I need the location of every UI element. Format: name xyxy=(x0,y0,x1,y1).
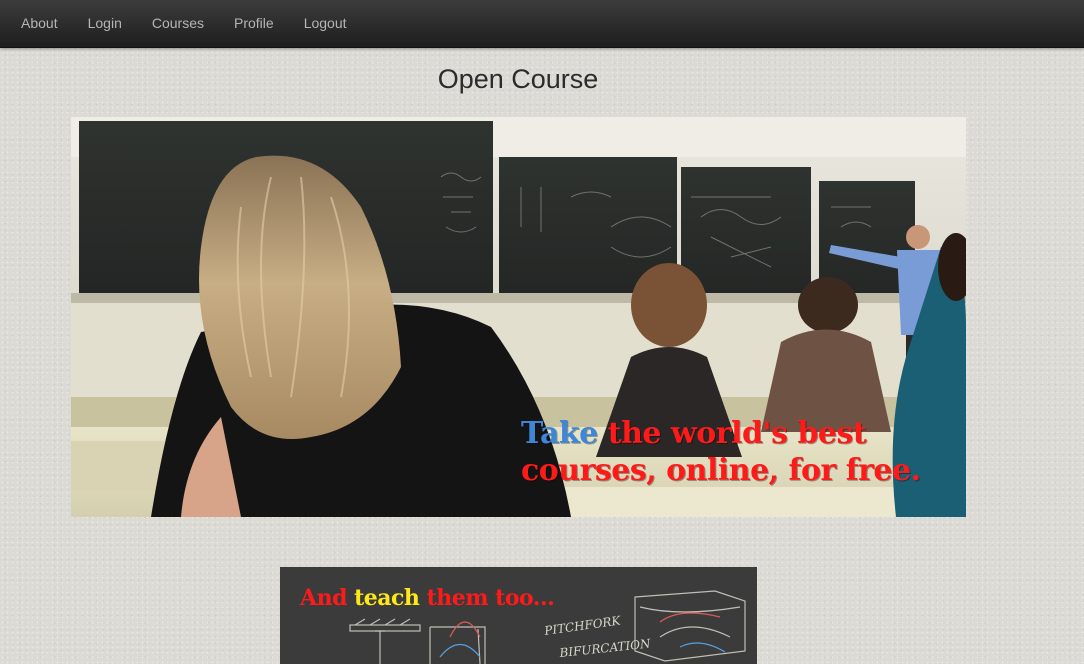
hero-tagline-accent: Take xyxy=(521,416,598,451)
promo-tagline: And teach them too... xyxy=(300,585,555,611)
hero-tagline-line-1: the world's best xyxy=(597,416,867,451)
teach-promo-image: PITCHFORK BIFURCATION And teach them too… xyxy=(280,567,757,664)
hero-tagline-line-2: courses, online, for free. xyxy=(521,453,921,488)
nav-list: About Login Courses Profile Logout xyxy=(0,0,1084,47)
hero-banner-image: Take the world's best courses, online, f… xyxy=(71,117,966,517)
chalkboard-drawing: PITCHFORK BIFURCATION xyxy=(280,567,757,664)
promo-tagline-part-2: them too... xyxy=(419,585,555,611)
page-title: Open Course xyxy=(437,64,599,94)
nav-profile-link[interactable]: Profile xyxy=(219,15,289,31)
nav-about-link[interactable]: About xyxy=(6,15,73,31)
nav-logout-link[interactable]: Logout xyxy=(289,15,362,31)
hero-tagline: Take the world's best courses, online, f… xyxy=(521,415,921,489)
promo-tagline-highlight: teach xyxy=(354,585,420,611)
top-navbar: About Login Courses Profile Logout xyxy=(0,0,1084,48)
nav-login-link[interactable]: Login xyxy=(73,15,137,31)
promo-tagline-part-1: And xyxy=(300,585,355,611)
nav-courses-link[interactable]: Courses xyxy=(137,15,219,31)
